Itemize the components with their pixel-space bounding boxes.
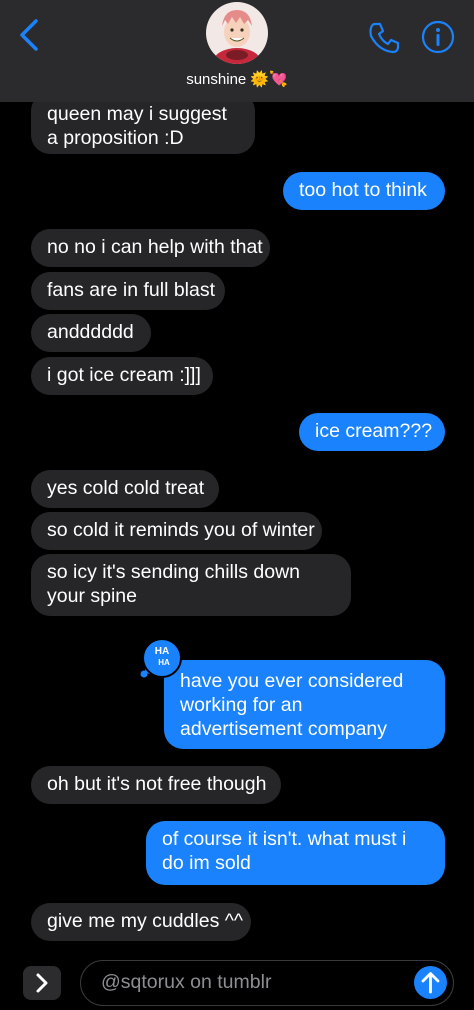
info-icon	[421, 20, 455, 54]
send-button[interactable]	[414, 966, 447, 999]
phone-icon	[369, 22, 400, 54]
message-incoming[interactable]: so icy it's sending chills down your spi…	[31, 554, 351, 616]
call-button[interactable]	[366, 20, 402, 56]
message-incoming[interactable]: fans are in full blast	[31, 272, 225, 310]
message-outgoing[interactable]: ice cream???	[299, 413, 445, 451]
message-input[interactable]: @sqtorux on tumblr	[80, 960, 454, 1006]
message-incoming[interactable]: i got ice cream :]]]	[31, 357, 213, 395]
message-incoming[interactable]: no no i can help with that	[31, 229, 270, 267]
message-composer: @sqtorux on tumblr	[0, 952, 474, 1010]
message-incoming[interactable]: yes cold cold treat	[31, 470, 219, 508]
contact-name[interactable]: sunshine 🌞💘	[0, 70, 474, 88]
message-outgoing[interactable]: of course it isn't. what must i do im so…	[146, 821, 445, 885]
info-button[interactable]	[421, 20, 455, 54]
chevron-right-icon	[36, 973, 48, 993]
haha-label-bottom: HA	[158, 658, 170, 667]
message-outgoing[interactable]: have you ever considered working for an …	[164, 660, 445, 749]
haha-tapback-icon: HA HA	[140, 638, 182, 678]
reaction-badge[interactable]: HA HA	[140, 636, 188, 684]
contact-avatar[interactable]	[206, 2, 268, 64]
apps-button[interactable]	[23, 966, 61, 1000]
haha-label-top: HA	[155, 646, 169, 657]
back-button[interactable]	[16, 18, 42, 52]
chevron-left-icon	[20, 19, 38, 51]
message-outgoing[interactable]: too hot to think	[283, 172, 445, 210]
message-incoming[interactable]: andddddd	[31, 314, 151, 352]
conversation-header: sunshine 🌞💘	[0, 0, 474, 102]
arrow-up-icon	[421, 972, 440, 994]
message-incoming[interactable]: give me my cuddles ^^	[31, 903, 251, 941]
message-input-text[interactable]: @sqtorux on tumblr	[101, 971, 271, 994]
message-incoming[interactable]: so cold it reminds you of winter	[31, 512, 322, 550]
message-incoming[interactable]: oh but it's not free though	[31, 766, 281, 804]
